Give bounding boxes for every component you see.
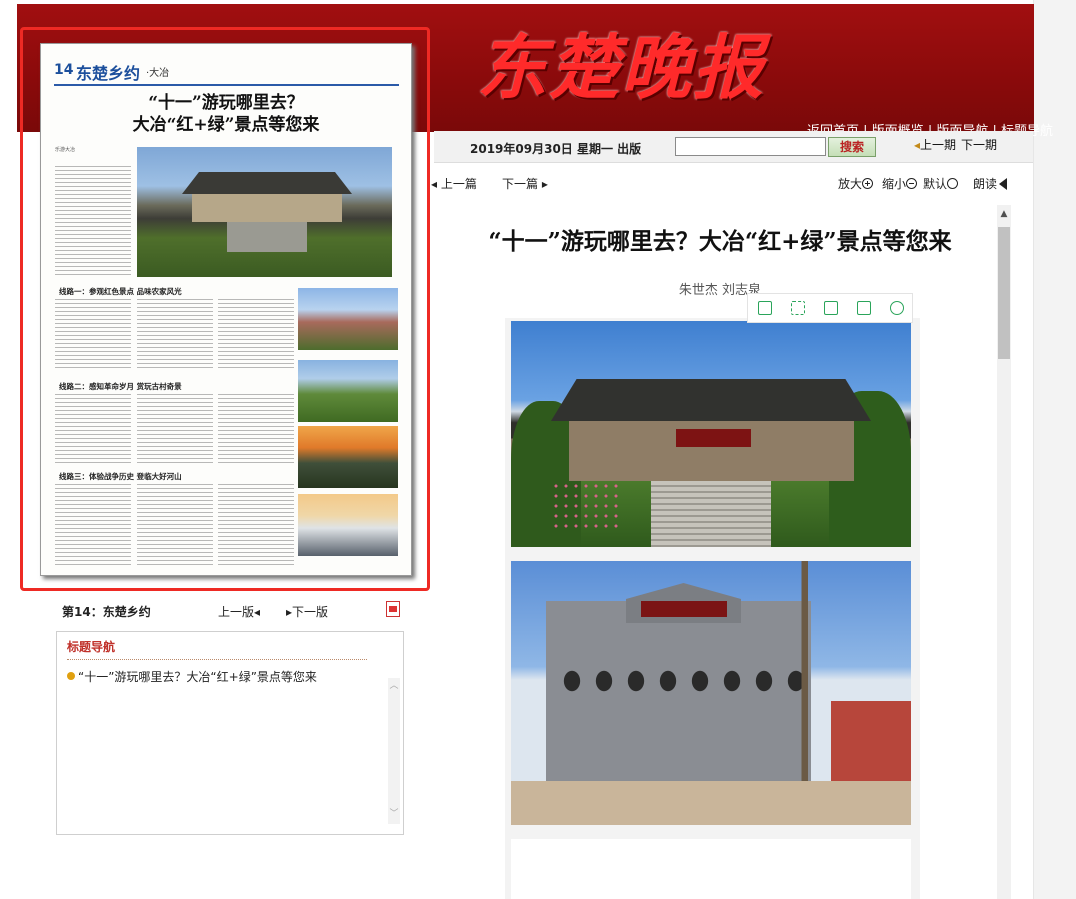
share-icon[interactable]	[857, 301, 871, 315]
thumbnail-photo-wall	[192, 194, 342, 222]
settings-icon[interactable]	[890, 301, 904, 315]
zoom-default-label: 默认	[923, 177, 948, 191]
search-button[interactable]: 搜索	[828, 137, 876, 157]
article-photo-loading	[511, 839, 911, 899]
pdf-download-icon[interactable]	[386, 601, 400, 617]
photo-steps	[651, 481, 771, 547]
thumbnail-text-column	[137, 299, 213, 371]
thumbnail-headline[interactable]: “十一”游玩哪里去？ 大冶“红+绿”景点等您来	[61, 92, 391, 136]
issue-date: 2019年09月30日 星期一 出版	[470, 142, 642, 156]
zoom-default-button[interactable]: 默认	[923, 175, 959, 192]
thumbnail-text-column	[55, 394, 131, 466]
read-aloud-label: 朗读	[973, 177, 998, 191]
fullscreen-icon[interactable]	[791, 301, 805, 315]
speaker-icon	[999, 178, 1008, 190]
thumbnail-text-column	[55, 166, 131, 276]
photo-sign	[641, 601, 727, 617]
thumbnail-main-photo[interactable]	[137, 147, 392, 277]
zoom-out-label: 缩小	[882, 177, 907, 191]
photo-plaque	[676, 429, 751, 447]
prev-article-label: 上一篇	[440, 177, 477, 191]
article-title: “十一”游玩哪里去？大冶“红+绿”景点等您来	[488, 228, 952, 255]
right-triangle-icon: ▸	[538, 177, 548, 191]
article-photo-memorial-hall[interactable]	[511, 561, 911, 825]
search-input[interactable]	[675, 137, 826, 156]
thumbnail-route1-heading[interactable]: 线路一：参观红色景点 品味农家风光	[59, 286, 182, 297]
zoom-in-icon	[862, 178, 874, 189]
thumbnail-route3-heading[interactable]: 线路三：体验战争历史 登临大好河山	[59, 471, 182, 482]
thumbnail-side-photo[interactable]	[298, 360, 398, 422]
prev-page-link[interactable]: 上一版◂	[218, 603, 260, 620]
divider	[67, 659, 367, 660]
read-aloud-button[interactable]: 朗读	[973, 175, 1008, 192]
photo-flowers	[551, 481, 621, 531]
thumbnail-text-column	[218, 394, 294, 466]
thumbnail-text-column	[218, 484, 294, 568]
left-triangle-icon: ◂	[431, 177, 441, 191]
thumbnail-text-column	[55, 484, 131, 568]
next-issue-link[interactable]: 下一期	[961, 136, 997, 153]
thumbnail-headline-line1: “十一”游玩哪里去？	[148, 93, 304, 113]
thumbnail-text-column	[55, 299, 131, 371]
photo-tree	[761, 561, 851, 791]
thumbnail-page-number: 14	[54, 62, 74, 78]
prev-page-label: 上一版	[218, 605, 255, 619]
article-author: 朱世杰 刘志泉	[678, 283, 762, 298]
zoom-in-button[interactable]: 放大	[838, 175, 874, 192]
thumbnail-photo-steps	[227, 222, 307, 252]
zoom-out-icon	[906, 178, 918, 189]
headline-nav-item[interactable]: “十一”游玩哪里去？大冶“红+绿”景点等您来	[67, 668, 317, 685]
bullet-icon	[67, 672, 75, 680]
article-photo-temple[interactable]	[511, 321, 911, 547]
thumbnail-side-photo[interactable]	[298, 494, 398, 556]
next-article-link[interactable]: 下一篇 ▸	[502, 175, 548, 192]
date-search-bar: 2019年09月30日 星期一 出版 搜索 ◂上一期 下一期	[434, 131, 1033, 163]
next-article-label: 下一篇	[502, 177, 539, 191]
zoom-in-label: 放大	[838, 177, 863, 191]
thumbnail-page-header: 14 东楚乡约 ·大冶	[54, 60, 399, 86]
current-edition-label: 第14：东楚乡约	[62, 605, 151, 619]
thumbnail-side-photo[interactable]	[298, 288, 398, 350]
thumbnail-headline-line2: 大冶“红+绿”景点等您来	[132, 115, 320, 135]
thumbnail-side-photo[interactable]	[298, 426, 398, 488]
browser-viewport: 东楚晚报 返回首页 | 版面概览 | 版面导航 | 标题导航 14 东楚乡约 ·…	[0, 0, 1076, 899]
left-triangle-icon: ◂	[254, 605, 261, 619]
thumbnail-text-column	[137, 394, 213, 466]
newspaper-logo[interactable]: 东楚晚报	[477, 12, 807, 112]
thumbnail-badge: 乐游大冶	[55, 147, 76, 153]
next-page-label: 下一版	[292, 605, 329, 619]
thumbnail-section-name: 东楚乡约	[76, 64, 141, 83]
prev-issue-link[interactable]: ◂上一期	[914, 136, 956, 153]
image-toolbar	[747, 293, 913, 323]
photo-roof	[551, 379, 871, 421]
thumbnail-region: ·大冶	[146, 68, 170, 79]
thumbnail-text-column	[137, 484, 213, 568]
headline-nav-title: 标题导航	[67, 640, 116, 654]
next-issue-label: 下一期	[961, 138, 998, 152]
save-icon[interactable]	[824, 301, 838, 315]
photo-ground	[511, 781, 911, 825]
article-scrollbar[interactable]: ▲	[997, 205, 1011, 899]
scrollbar-thumb[interactable]	[998, 227, 1010, 359]
scroll-up-icon[interactable]: ▲	[997, 209, 1011, 221]
thumbnail-photo-roof	[182, 172, 352, 194]
article-toolbar: ◂ 上一篇 下一篇 ▸ 放大 缩小 默认 朗读	[427, 173, 1027, 195]
scroll-down-icon[interactable]: ﹀	[388, 808, 400, 820]
thumbnail-text-column	[218, 299, 294, 371]
thumbnail-route2-heading[interactable]: 线路二：感知革命岁月 赏玩古村奇景	[59, 381, 182, 392]
scroll-up-icon[interactable]: ︿	[388, 680, 400, 692]
headline-nav-item-label: “十一”游玩哪里去？大冶“红+绿”景点等您来	[78, 670, 317, 684]
prev-issue-label: 上一期	[920, 138, 957, 152]
zoom-out-button[interactable]: 缩小	[882, 175, 918, 192]
zoom-default-icon	[947, 178, 959, 189]
page-thumbnail[interactable]: 14 东楚乡约 ·大冶 “十一”游玩哪里去？ 大冶“红+绿”景点等您来 乐游大冶…	[40, 43, 412, 576]
next-page-link[interactable]: ▸下一版	[286, 603, 328, 620]
headline-nav-scrollbar[interactable]: ︿ ﹀	[388, 678, 400, 824]
single-page-icon[interactable]	[758, 301, 772, 315]
prev-article-link[interactable]: ◂ 上一篇	[431, 175, 477, 192]
headline-nav-panel: 标题导航 “十一”游玩哪里去？大冶“红+绿”景点等您来 ︿ ﹀	[56, 631, 404, 835]
